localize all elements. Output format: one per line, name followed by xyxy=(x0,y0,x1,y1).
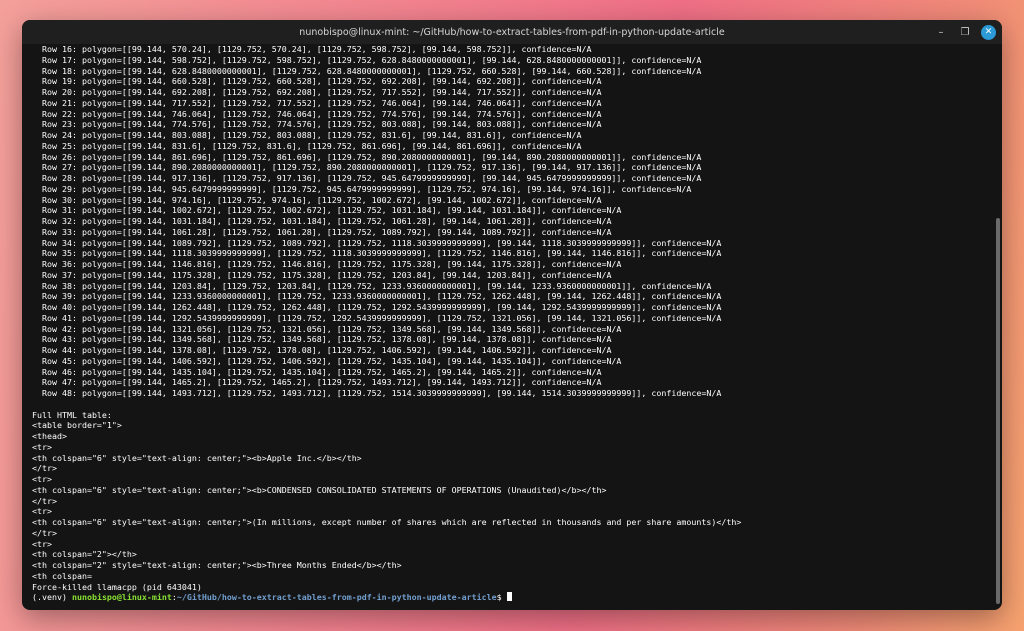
window-controls: – ❐ ✕ xyxy=(933,24,996,40)
terminal-line: <thead> xyxy=(32,431,67,441)
title-bar[interactable]: nunobispo@linux-mint: ~/GitHub/how-to-ex… xyxy=(22,20,1002,44)
prompt-path: ~/GitHub/how-to-extract-tables-from-pdf-… xyxy=(176,592,497,603)
terminal-line: Row 31: polygon=[[99.144, 1002.672], [11… xyxy=(32,205,622,216)
close-icon[interactable]: ✕ xyxy=(981,24,996,40)
terminal-line: Force-killed llamacpp (pid 643041) xyxy=(32,581,202,592)
terminal-line: <th colspan="2" style="text-align: cente… xyxy=(32,560,402,570)
terminal-line: Row 47: polygon=[[99.144, 1465.2], [1129… xyxy=(32,377,602,388)
prompt-user-host: nunobispo@linux-mint xyxy=(71,592,172,603)
terminal-line: Row 29: polygon=[[99.144, 945.6479999999… xyxy=(32,183,692,194)
terminal-text: Row 16: polygon=[[99.144, 570.24], [1129… xyxy=(32,44,992,592)
terminal-line: <table border="1"> xyxy=(32,420,122,431)
terminal-line: Row 40: polygon=[[99.144, 1262.448], [11… xyxy=(32,302,722,312)
terminal-line: Row 33: polygon=[[99.144, 1061.28], [112… xyxy=(32,226,612,237)
terminal-line: Row 42: polygon=[[99.144, 1321.056], [11… xyxy=(32,323,622,334)
terminal-line: <th colspan="2"></th> xyxy=(32,549,137,560)
shell-prompt[interactable]: (.venv) nunobispo@linux-mint:~/GitHub/ho… xyxy=(32,592,992,603)
terminal-line: Full HTML table: xyxy=(32,409,112,420)
terminal-line: Row 22: polygon=[[99.144, 746.064], [112… xyxy=(32,108,602,119)
terminal-line: Row 26: polygon=[[99.144, 861.696], [112… xyxy=(32,151,702,162)
prompt-venv: (.venv) xyxy=(32,592,72,603)
window-title: nunobispo@linux-mint: ~/GitHub/how-to-ex… xyxy=(299,26,725,38)
terminal-line: <tr> xyxy=(32,506,52,517)
terminal-line: Row 44: polygon=[[99.144, 1378.08], [112… xyxy=(32,345,612,355)
terminal-line: Row 23: polygon=[[99.144, 774.576], [112… xyxy=(32,119,602,130)
terminal-line: Row 35: polygon=[[99.144, 1118.303999999… xyxy=(32,248,722,259)
terminal-line: <tr> xyxy=(32,474,52,484)
terminal-output[interactable]: Row 16: polygon=[[99.144, 570.24], [1129… xyxy=(22,44,992,610)
terminal-line: Row 25: polygon=[[99.144, 831.6], [1129.… xyxy=(32,140,582,151)
terminal-line: Row 30: polygon=[[99.144, 974.16], [1129… xyxy=(32,194,602,205)
terminal-line: Row 37: polygon=[[99.144, 1175.328], [11… xyxy=(32,269,612,280)
terminal-line: <th colspan="6" style="text-align: cente… xyxy=(32,452,362,463)
terminal-line: </tr> xyxy=(32,495,57,506)
terminal-cursor xyxy=(506,592,512,602)
maximize-icon[interactable]: ❐ xyxy=(957,24,973,40)
terminal-line: <tr> xyxy=(32,538,52,549)
terminal-line: Row 19: polygon=[[99.144, 660.528], [112… xyxy=(32,76,602,87)
terminal-line: Row 45: polygon=[[99.144, 1406.592], [11… xyxy=(32,355,622,366)
terminal-line: Row 27: polygon=[[99.144, 890.2080000000… xyxy=(32,162,702,173)
scrollbar-thumb[interactable] xyxy=(996,218,1000,604)
terminal-line: Row 34: polygon=[[99.144, 1089.792], [11… xyxy=(32,237,722,248)
terminal-line: Row 38: polygon=[[99.144, 1203.84], [112… xyxy=(32,280,712,291)
terminal-line: Row 32: polygon=[[99.144, 1031.184], [11… xyxy=(32,216,612,226)
terminal-line: Row 20: polygon=[[99.144, 692.208], [112… xyxy=(32,87,602,97)
terminal-line: Row 16: polygon=[[99.144, 570.24], [1129… xyxy=(32,44,592,54)
terminal-line: </tr> xyxy=(32,527,57,538)
terminal-line: <th colspan="6" style="text-align: cente… xyxy=(32,484,607,495)
scrollbar[interactable] xyxy=(996,48,1000,606)
terminal-line: <tr> xyxy=(32,441,52,452)
terminal-line: Row 43: polygon=[[99.144, 1349.568], [11… xyxy=(32,334,612,345)
terminal-line: Row 48: polygon=[[99.144, 1493.712], [11… xyxy=(32,388,722,398)
terminal-line: Row 24: polygon=[[99.144, 803.088], [112… xyxy=(32,130,582,140)
terminal-line: <th colspan= xyxy=(32,570,92,581)
terminal-line: Row 18: polygon=[[99.144, 628.8480000000… xyxy=(32,65,702,76)
terminal-line: Row 41: polygon=[[99.144, 1292.543999999… xyxy=(32,312,722,323)
terminal-line: Row 28: polygon=[[99.144, 917.136], [112… xyxy=(32,173,702,183)
terminal-line: Row 46: polygon=[[99.144, 1435.104], [11… xyxy=(32,366,602,377)
prompt-symbol: $ xyxy=(496,592,507,603)
terminal-line: Row 36: polygon=[[99.144, 1146.816], [11… xyxy=(32,259,622,269)
terminal-line: Row 39: polygon=[[99.144, 1233.936000000… xyxy=(32,291,722,302)
terminal-line: </tr> xyxy=(32,463,57,474)
terminal-line: Row 21: polygon=[[99.144, 717.552], [112… xyxy=(32,97,602,108)
terminal-window: nunobispo@linux-mint: ~/GitHub/how-to-ex… xyxy=(22,20,1002,610)
minimize-icon[interactable]: – xyxy=(933,24,949,40)
terminal-line: Row 17: polygon=[[99.144, 598.752], [112… xyxy=(32,54,702,65)
terminal-line: <th colspan="6" style="text-align: cente… xyxy=(32,517,742,527)
